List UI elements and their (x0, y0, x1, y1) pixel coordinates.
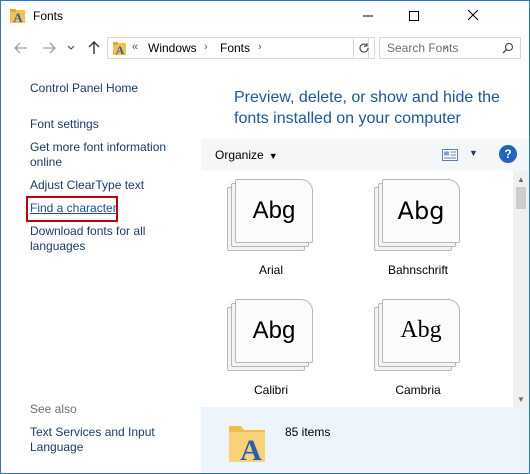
svg-text:A: A (116, 43, 125, 56)
search-placeholder: Search Fonts (387, 41, 459, 55)
chevron-down-icon: ▼ (268, 151, 278, 161)
font-name: Bahnschrift (387, 263, 449, 277)
font-tile-cambria[interactable]: Abg Cambria (358, 291, 478, 407)
maximize-icon (409, 11, 419, 21)
title-bar: A Fonts (1, 1, 529, 31)
left-pane: Control Panel Home Font settings Get mor… (1, 65, 201, 473)
fonts-window: A Fonts A « Windows › Fonts › ⌄ Search F… (0, 0, 530, 474)
vertical-scrollbar[interactable]: ▲ ▼ (513, 171, 529, 407)
fonts-folder-icon: A (229, 426, 265, 464)
search-input[interactable]: Search Fonts (379, 37, 521, 59)
breadcrumb-separator-icon[interactable]: › (258, 41, 262, 53)
font-grid: Abg Arial Abg Bahnschrift Abg Calibri Ab… (201, 171, 513, 407)
help-button[interactable]: ? (499, 145, 517, 163)
help-icon: ? (504, 147, 512, 161)
see-also-label: See also (30, 402, 77, 416)
font-name: Calibri (253, 383, 288, 397)
scroll-down-icon[interactable]: ▼ (513, 391, 529, 407)
control-panel-home-link[interactable]: Control Panel Home (30, 81, 190, 96)
back-arrow-icon (14, 42, 27, 54)
font-name: Arial (258, 263, 283, 277)
forward-arrow-icon (43, 42, 56, 54)
scroll-up-icon[interactable]: ▲ (513, 171, 529, 187)
back-button[interactable] (13, 40, 29, 56)
font-settings-link[interactable]: Font settings (30, 117, 190, 132)
close-button[interactable] (437, 1, 529, 31)
minimize-icon (363, 15, 373, 17)
svg-text:A: A (13, 10, 23, 25)
forward-button[interactable] (41, 40, 57, 56)
organize-button[interactable]: Organize ▼ (215, 148, 278, 162)
recent-locations-button[interactable] (63, 40, 79, 56)
organize-label: Organize (215, 148, 264, 162)
page-heading: Preview, delete, or show and hide the fo… (234, 89, 500, 127)
details-pane: A 85 items (201, 407, 529, 473)
get-more-font-information-link[interactable]: Get more font information online (30, 140, 190, 170)
font-preview-icon: Abg (227, 179, 317, 251)
font-preview-icon: Abg (374, 179, 464, 251)
font-preview-icon: Abg (227, 299, 317, 371)
text-services-link[interactable]: Text Services and Input Language (30, 425, 170, 455)
svg-text:A: A (240, 434, 262, 464)
address-bar[interactable]: A « Windows › Fonts › ⌄ (107, 37, 449, 59)
refresh-button[interactable] (353, 37, 375, 59)
font-tile-bahnschrift[interactable]: Abg Bahnschrift (358, 171, 478, 289)
fonts-folder-icon: A (10, 9, 25, 25)
font-sample: Abg (252, 197, 296, 224)
highlight-box (26, 196, 118, 222)
minimize-button[interactable] (345, 1, 391, 31)
adjust-cleartype-link[interactable]: Adjust ClearType text (30, 178, 190, 193)
scrollbar-thumb[interactable] (516, 187, 526, 209)
font-sample: Abg (397, 197, 445, 225)
close-icon (467, 9, 479, 21)
main-pane: Preview, delete, or show and hide the fo… (201, 65, 529, 473)
font-tile-calibri[interactable]: Abg Calibri (211, 291, 331, 407)
refresh-icon (359, 43, 369, 53)
search-icon[interactable] (502, 42, 514, 54)
change-view-icon[interactable] (442, 149, 458, 161)
chevron-down-icon (67, 45, 75, 50)
font-sample: Abg (400, 317, 442, 343)
font-name: Cambria (395, 383, 441, 397)
address-overflow[interactable]: « (132, 41, 138, 53)
font-tile-arial[interactable]: Abg Arial (211, 171, 331, 289)
item-count: 85 items (285, 425, 331, 439)
fonts-folder-icon: A (113, 42, 126, 56)
command-bar: Organize ▼ ▼ ? (201, 139, 529, 171)
font-preview-icon: Abg (374, 299, 464, 371)
font-sample: Abg (252, 317, 296, 344)
up-arrow-icon (88, 41, 100, 54)
download-fonts-link[interactable]: Download fonts for all languages (30, 224, 170, 254)
breadcrumb-fonts[interactable]: Fonts (220, 41, 250, 55)
breadcrumb-windows[interactable]: Windows (148, 41, 197, 55)
window-title: Fonts (33, 9, 64, 23)
view-options-dropdown-icon[interactable]: ▼ (469, 148, 478, 158)
maximize-button[interactable] (391, 1, 437, 31)
breadcrumb-separator-icon[interactable]: › (204, 41, 208, 53)
navigation-bar: A « Windows › Fonts › ⌄ Search Fonts (1, 31, 529, 65)
up-button[interactable] (86, 40, 102, 56)
